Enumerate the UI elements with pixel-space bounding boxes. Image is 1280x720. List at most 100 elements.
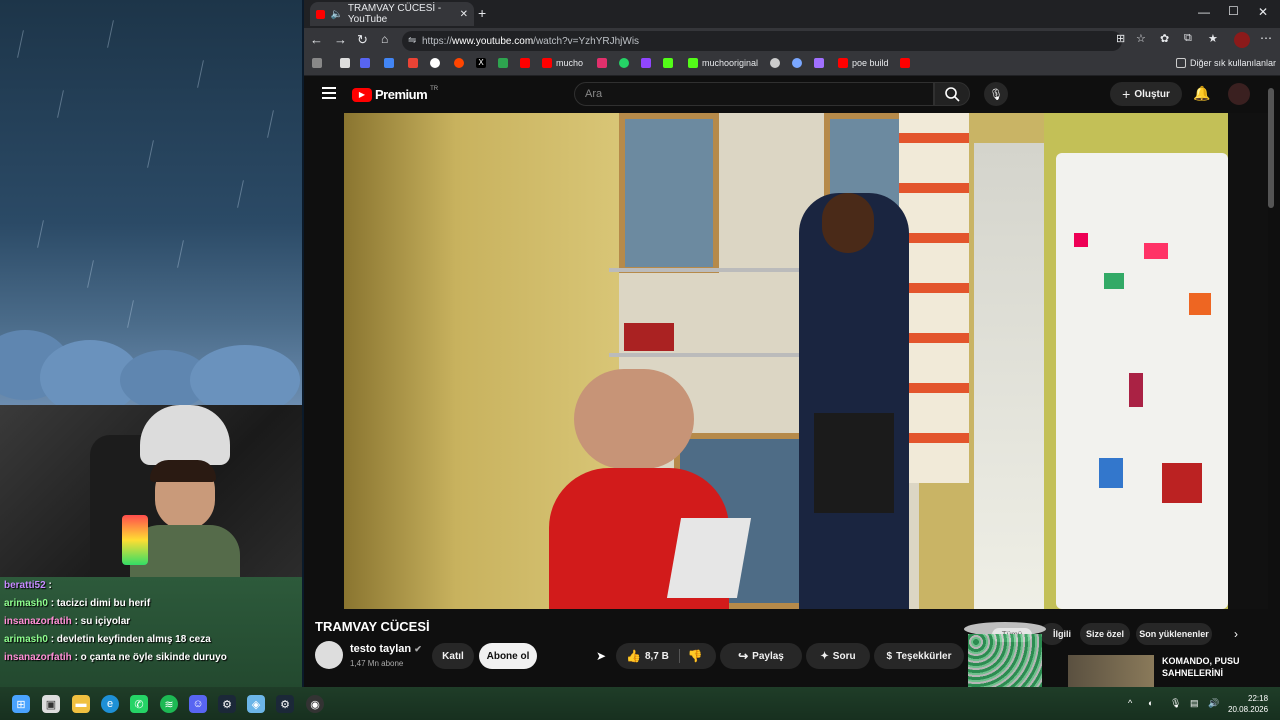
home-icon[interactable]: ⌂ xyxy=(381,32,388,46)
search-input[interactable]: Ara xyxy=(574,82,934,106)
subscribe-button[interactable]: Abone ol xyxy=(479,643,537,669)
bookmark-reddit-icon[interactable] xyxy=(454,58,464,68)
bookmark-poe-build[interactable]: poe build xyxy=(838,58,889,68)
video-player[interactable] xyxy=(344,113,1228,609)
floral-curtain xyxy=(899,113,969,483)
bookmark-discord-icon[interactable] xyxy=(360,58,370,68)
account-avatar[interactable] xyxy=(1228,83,1250,105)
url-input[interactable]: ⇋ https://www.youtube.com/watch?v=YzhYRJ… xyxy=(402,31,1122,51)
video-left-margin xyxy=(304,113,344,609)
bookmark-google-icon[interactable] xyxy=(430,58,440,68)
dislike-icon[interactable]: 👎 xyxy=(678,649,703,663)
app-available-icon[interactable]: ⊞ xyxy=(1116,32,1125,45)
obs-icon[interactable]: ◉ xyxy=(306,695,324,713)
verified-icon: ✔ xyxy=(414,644,422,654)
bookmark-icon-5[interactable] xyxy=(770,58,780,68)
windows-start-icon[interactable]: ⊞ xyxy=(12,695,30,713)
recommended-title[interactable]: KOMANDO, PUSU SAHNELERİNİ xyxy=(1162,655,1240,679)
youtube-play-icon: ▶ xyxy=(352,87,372,102)
tray-mic-icon[interactable]: 🎙 xyxy=(1170,698,1181,709)
spotify-icon[interactable]: ≋ xyxy=(160,695,178,713)
fridge-magnet xyxy=(1189,293,1211,315)
volume-icon[interactable]: 🔊 xyxy=(1208,698,1219,709)
tray-app-icon[interactable]: ◐ xyxy=(1148,698,1153,708)
bookmark-x-icon[interactable]: X xyxy=(476,58,486,68)
bookmark-muchooriginal[interactable]: muchooriginal xyxy=(688,58,758,68)
forward-icon[interactable]: → xyxy=(334,32,347,47)
edge-browser-icon[interactable]: e xyxy=(101,695,119,713)
bookmark-translate-icon[interactable] xyxy=(384,58,394,68)
close-tab-icon[interactable]: ✕ xyxy=(460,9,468,20)
page-scrollbar[interactable] xyxy=(1268,88,1274,208)
reload-icon[interactable]: ↻ xyxy=(357,32,368,48)
man-back xyxy=(799,193,909,609)
bookmark-icon-2[interactable] xyxy=(340,58,350,68)
menu-icon[interactable] xyxy=(322,87,336,99)
tab-title: TRAMVAY CÜCESİ - YouTube xyxy=(347,3,442,25)
star-icon[interactable]: ☆ xyxy=(1136,32,1146,45)
chevron-right-icon[interactable]: › xyxy=(1234,627,1238,641)
bookmark-twitch-icon[interactable] xyxy=(641,58,651,68)
chat-message: beratti52 : xyxy=(4,580,52,591)
new-tab-button[interactable]: + xyxy=(478,5,486,21)
site-info-icon[interactable]: ⇋ xyxy=(408,35,416,46)
stream-chat: beratti52 : arimash0 : tacizci dimi bu h… xyxy=(0,577,302,687)
chip-related[interactable]: İlgili xyxy=(1042,623,1082,645)
other-bookmarks-folder[interactable]: Diğer sık kullanılanlar xyxy=(1176,58,1276,68)
notifications-bell-icon[interactable]: 🔔 xyxy=(1193,85,1210,102)
channel-name[interactable]: testo taylan ✔ xyxy=(350,643,422,655)
browser-window: 🔈 TRAMVAY CÜCESİ - YouTube ✕ + — ☐ ✕ ← →… xyxy=(304,0,1280,687)
microphone-icon[interactable]: 🎙 xyxy=(984,82,1008,106)
recommended-thumbnail[interactable] xyxy=(1068,655,1154,687)
steam-icon[interactable]: ⚙ xyxy=(218,695,236,713)
bookmark-icon-3[interactable] xyxy=(498,58,508,68)
create-button[interactable]: + Oluştur xyxy=(1110,82,1182,106)
bookmark-icon-4[interactable] xyxy=(663,58,673,68)
youtube-premium-logo[interactable]: ▶ Premium TR xyxy=(352,86,438,102)
minimize-button[interactable]: — xyxy=(1198,5,1210,19)
address-bar-row: ← → ↻ ⌂ ⇋ https://www.youtube.com/watch?… xyxy=(304,28,1280,54)
speaker-icon[interactable]: 🔈 xyxy=(330,9,342,20)
extensions-icon[interactable]: ✿ xyxy=(1160,32,1169,45)
boy-head xyxy=(574,369,694,469)
like-count[interactable]: 8,7 B xyxy=(645,651,669,662)
url-host: www.youtube.com xyxy=(452,35,534,47)
favorites-icon[interactable]: ★ xyxy=(1208,32,1218,45)
discord-icon[interactable]: ☺ xyxy=(189,695,207,713)
like-icon[interactable]: 👍 xyxy=(626,649,641,663)
maximize-button[interactable]: ☐ xyxy=(1228,4,1239,18)
clock[interactable]: 22:18 20.08.2026 xyxy=(1228,693,1268,715)
chip-for-you[interactable]: Size özel xyxy=(1080,623,1130,645)
close-window-button[interactable]: ✕ xyxy=(1258,5,1268,19)
bookmark-gmail-icon[interactable] xyxy=(408,58,418,68)
tray-chevron-icon[interactable]: ^ xyxy=(1128,698,1132,708)
bookmark-icon-6[interactable] xyxy=(792,58,802,68)
thanks-button[interactable]: $ Teşekkürler xyxy=(874,643,964,669)
join-button[interactable]: Katıl xyxy=(432,643,474,669)
bookmark-icon-1[interactable] xyxy=(312,58,322,68)
share-button[interactable]: ↪ Paylaş xyxy=(720,643,802,669)
task-view-icon[interactable]: ▣ xyxy=(42,695,60,713)
bookmark-whatsapp-icon[interactable] xyxy=(619,58,629,68)
tab-youtube[interactable]: 🔈 TRAMVAY CÜCESİ - YouTube ✕ xyxy=(310,2,474,26)
channel-avatar[interactable] xyxy=(315,641,343,669)
fridge-magnet xyxy=(1099,458,1123,488)
bookmark-instagram-icon[interactable] xyxy=(597,58,607,68)
bookmark-mucho[interactable]: mucho xyxy=(542,58,583,68)
steam-icon-2[interactable]: ⚙ xyxy=(276,695,294,713)
ask-button[interactable]: ✦ Soru xyxy=(806,643,870,669)
bookmark-youtube-icon-2[interactable] xyxy=(900,58,910,68)
bookmarks-bar: X mucho muchooriginal poe build Diğer sı… xyxy=(304,54,1280,76)
profile-avatar[interactable] xyxy=(1234,32,1250,48)
file-explorer-icon[interactable]: ▬ xyxy=(72,695,90,713)
bookmark-youtube-icon[interactable] xyxy=(520,58,530,68)
split-screen-icon[interactable]: ⧉ xyxy=(1184,32,1192,45)
bookmark-icon-7[interactable] xyxy=(814,58,824,68)
back-icon[interactable]: ← xyxy=(310,32,323,47)
more-menu-icon[interactable]: ⋯ xyxy=(1260,31,1272,45)
search-button[interactable] xyxy=(934,82,970,106)
whatsapp-icon[interactable]: ✆ xyxy=(130,695,148,713)
network-icon[interactable]: ▤ xyxy=(1190,698,1199,709)
chip-recent[interactable]: Son yüklenenler xyxy=(1136,623,1212,645)
app-icon[interactable]: ◈ xyxy=(247,695,265,713)
